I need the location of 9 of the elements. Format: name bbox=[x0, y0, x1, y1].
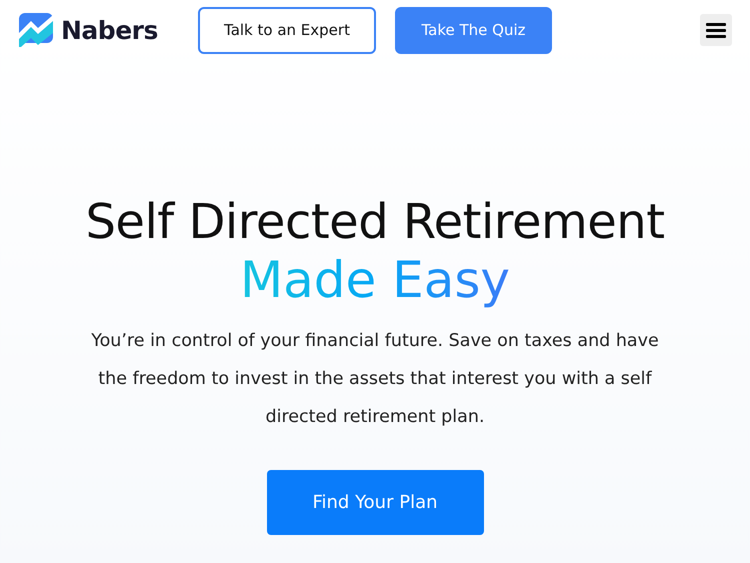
brand-name: Nabers bbox=[61, 16, 158, 44]
menu-button[interactable] bbox=[700, 14, 732, 46]
menu-icon bbox=[706, 22, 726, 38]
expert-button[interactable]: Talk to an Expert bbox=[198, 6, 376, 54]
hero-title: Self Directed Retirement bbox=[85, 193, 665, 252]
hero-text: You’re in control of your financial future. Save on taxes and have the freedom to invest in the assets that interest you with a self directed retirement plan. bbox=[90, 330, 660, 429]
quiz-button[interactable]: Take The Quiz bbox=[395, 6, 552, 54]
logo-icon bbox=[19, 13, 53, 47]
find-plan-button[interactable]: Find Your Plan bbox=[266, 470, 484, 535]
